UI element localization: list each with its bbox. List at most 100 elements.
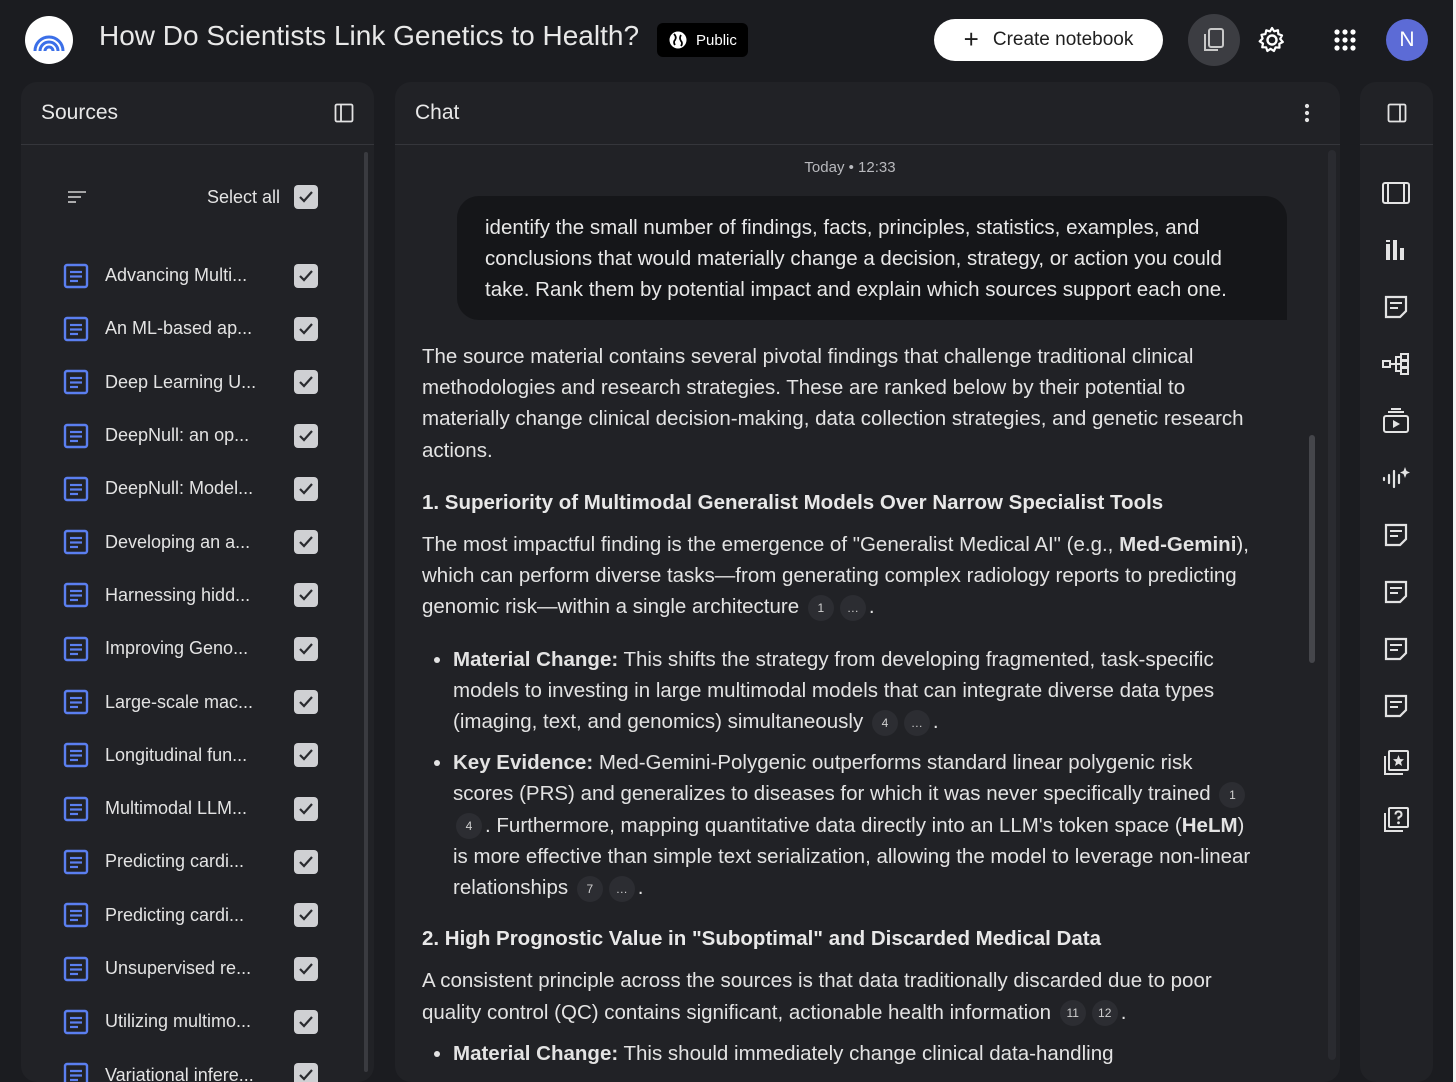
- source-checkbox[interactable]: [294, 1063, 318, 1082]
- source-item-label: Variational infere...: [105, 1064, 254, 1082]
- settings-button[interactable]: [1254, 22, 1290, 58]
- section-heading-2: 2. High Prognostic Value in "Suboptimal"…: [422, 927, 1101, 951]
- citation-chip[interactable]: 1: [807, 595, 834, 621]
- note-icon[interactable]: [1381, 292, 1411, 322]
- citation-chip[interactable]: 1: [1219, 782, 1246, 809]
- source-item[interactable]: Large-scale mac...: [21, 675, 374, 728]
- source-item[interactable]: Improving Geno...: [21, 622, 374, 675]
- source-checkbox[interactable]: [294, 476, 318, 501]
- more-vert-icon[interactable]: [1304, 103, 1310, 123]
- flashcards-icon[interactable]: [1381, 748, 1411, 778]
- chat-scrollbar[interactable]: [1328, 150, 1336, 1060]
- notebooklm-logo[interactable]: [25, 16, 73, 64]
- citation-chip[interactable]: 12: [1091, 1000, 1118, 1027]
- chat-title: Chat: [415, 101, 460, 124]
- source-item[interactable]: Predicting cardi...: [21, 835, 374, 888]
- plus-icon: +: [963, 24, 979, 54]
- report-chart-icon[interactable]: [1381, 235, 1411, 265]
- source-item[interactable]: Variational infere...: [21, 1048, 374, 1082]
- source-item[interactable]: Developing an a...: [21, 515, 374, 568]
- user-message: identify the small number of findings, f…: [457, 196, 1287, 320]
- citation-more-chip[interactable]: …: [608, 875, 635, 902]
- sources-scrollbar[interactable]: [364, 152, 368, 1072]
- check-icon: [299, 589, 313, 602]
- citation-more-chip[interactable]: …: [839, 595, 866, 621]
- top-bar: How Do Scientists Link Genetics to Healt…: [0, 0, 1456, 82]
- source-checkbox[interactable]: [294, 636, 318, 661]
- chat-scroll-thumb[interactable]: [1309, 435, 1315, 663]
- sources-header: Sources: [21, 82, 374, 145]
- source-item[interactable]: Utilizing multimo...: [21, 995, 374, 1048]
- source-item[interactable]: Predicting cardi...: [21, 889, 374, 942]
- source-item[interactable]: Multimodal LLM...: [21, 782, 374, 835]
- public-label: Public: [696, 31, 737, 49]
- bullet-label: Key Evidence:: [453, 751, 594, 775]
- note-icon[interactable]: [1381, 634, 1411, 664]
- source-checkbox[interactable]: [294, 316, 318, 341]
- check-icon: [299, 191, 313, 203]
- source-checkbox[interactable]: [294, 530, 318, 555]
- source-checkbox[interactable]: [294, 690, 318, 715]
- source-item[interactable]: Deep Learning U...: [21, 356, 374, 409]
- document-icon: [63, 743, 89, 768]
- citation-chip[interactable]: 4: [456, 813, 482, 840]
- citation-more-chip[interactable]: …: [903, 709, 930, 736]
- audio-overview-icon[interactable]: [1381, 463, 1411, 493]
- source-item[interactable]: DeepNull: an op...: [21, 409, 374, 462]
- source-item[interactable]: Advancing Multi...: [21, 249, 374, 302]
- copy-button[interactable]: [1188, 14, 1240, 66]
- check-icon: [299, 429, 313, 442]
- citation-chip[interactable]: 4: [871, 709, 898, 736]
- source-checkbox[interactable]: [294, 903, 318, 928]
- check-icon: [299, 269, 313, 282]
- source-checkbox[interactable]: [294, 583, 318, 608]
- source-item[interactable]: Harnessing hidd...: [21, 569, 374, 622]
- source-item-label: Longitudinal fun...: [105, 744, 248, 765]
- source-item-label: Large-scale mac...: [105, 691, 254, 712]
- source-checkbox[interactable]: [294, 423, 318, 448]
- chat-body: Today • 12:33 identify the small number …: [395, 145, 1340, 1082]
- document-icon: [63, 529, 89, 555]
- source-item-label: An ML-based ap...: [105, 318, 253, 339]
- note-icon[interactable]: [1381, 577, 1411, 607]
- quiz-icon[interactable]: [1381, 805, 1411, 835]
- source-checkbox[interactable]: [294, 370, 318, 395]
- apps-button[interactable]: [1327, 22, 1363, 58]
- document-icon: [63, 316, 89, 342]
- citation-chip[interactable]: 11: [1059, 1000, 1086, 1027]
- source-checkbox[interactable]: [294, 956, 318, 981]
- collapse-panel-icon[interactable]: [334, 103, 354, 123]
- source-item[interactable]: Unsupervised re...: [21, 942, 374, 995]
- create-notebook-button[interactable]: + Create notebook: [934, 19, 1163, 61]
- filter-icon[interactable]: [67, 190, 87, 204]
- document-icon: [63, 583, 89, 608]
- sources-title: Sources: [41, 101, 119, 124]
- source-checkbox[interactable]: [294, 796, 318, 821]
- source-item[interactable]: Longitudinal fun...: [21, 729, 374, 782]
- check-icon: [299, 856, 313, 868]
- mind-map-icon[interactable]: [1381, 349, 1411, 379]
- source-checkbox[interactable]: [294, 263, 318, 288]
- note-icon[interactable]: [1381, 520, 1411, 550]
- notebook-title[interactable]: How Do Scientists Link Genetics to Healt…: [99, 20, 639, 52]
- studio-header: [1360, 82, 1433, 145]
- slides-icon[interactable]: [1381, 178, 1411, 208]
- select-all-row: Select all: [21, 145, 374, 249]
- video-overview-icon[interactable]: [1381, 406, 1411, 436]
- select-all-checkbox[interactable]: [294, 185, 318, 209]
- avatar[interactable]: N: [1386, 19, 1428, 61]
- source-item[interactable]: DeepNull: Model...: [21, 462, 374, 515]
- source-item-label: Improving Geno...: [105, 638, 249, 659]
- public-badge[interactable]: Public: [657, 23, 748, 57]
- studio-panel: [1360, 82, 1433, 1082]
- check-icon: [299, 642, 313, 655]
- source-item[interactable]: An ML-based ap...: [21, 302, 374, 355]
- expand-panel-icon[interactable]: [1387, 103, 1407, 123]
- document-icon: [63, 689, 89, 715]
- citation-chip[interactable]: 7: [576, 875, 603, 902]
- source-checkbox[interactable]: [294, 743, 318, 768]
- source-checkbox[interactable]: [294, 849, 318, 874]
- source-checkbox[interactable]: [294, 1009, 318, 1034]
- document-icon: [63, 423, 89, 448]
- note-icon[interactable]: [1381, 691, 1411, 721]
